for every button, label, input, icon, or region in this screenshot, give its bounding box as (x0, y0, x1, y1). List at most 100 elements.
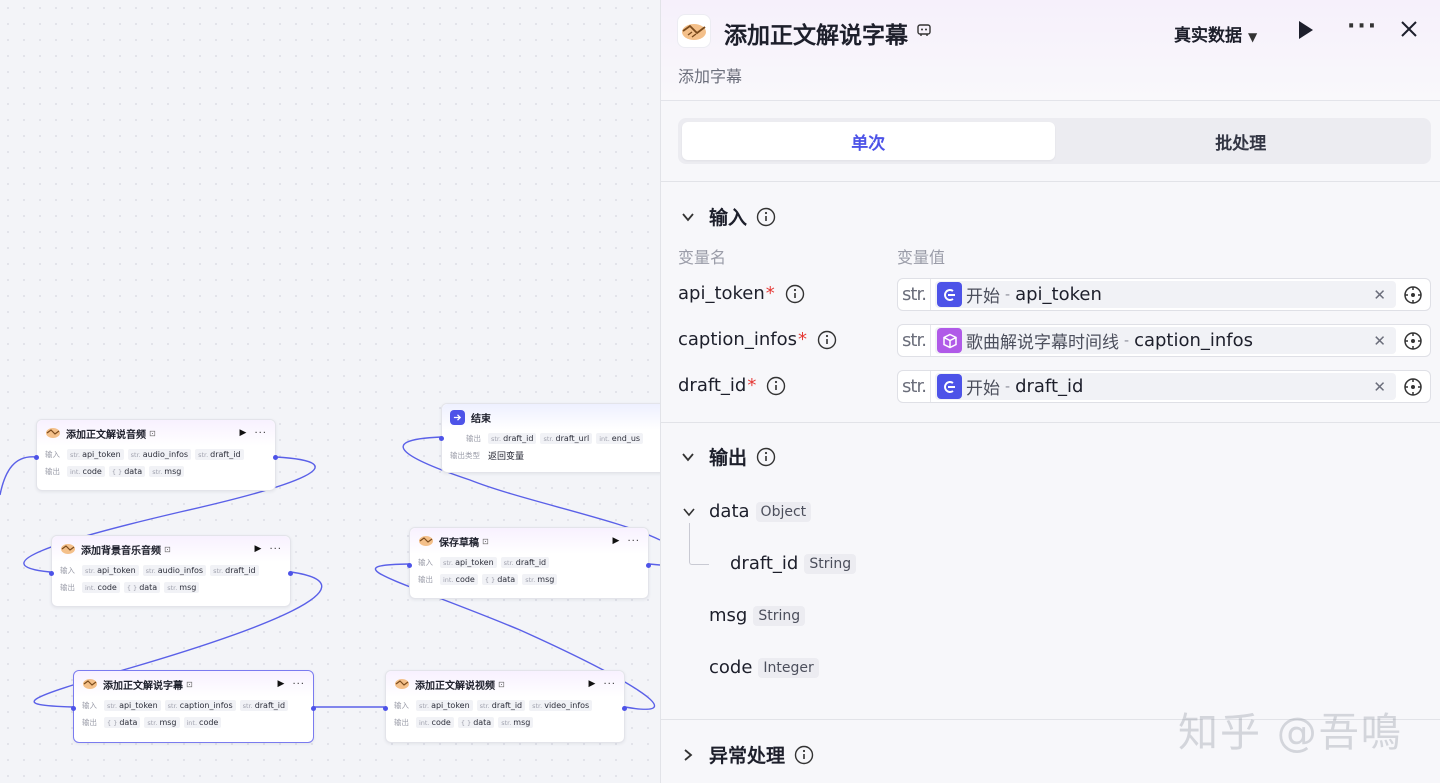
more-icon[interactable]: ··· (603, 679, 616, 690)
node-title: 添加正文解说音频 (66, 429, 146, 441)
handshake-icon (45, 425, 61, 441)
info-icon[interactable] (794, 745, 814, 765)
node-add-narration-audio[interactable]: 添加正文解说音频 ⊡ ▶ ··· 输入 str. api_token str. au… (34, 419, 278, 491)
input-port[interactable] (439, 436, 444, 441)
input-section-header[interactable]: 输入 (681, 203, 776, 230)
input-tag: str. draft_id (195, 449, 244, 460)
data-source-select[interactable]: 真实数据 ▼ (1174, 21, 1257, 46)
variable-picker-icon[interactable] (1400, 377, 1426, 397)
run-node-icon[interactable]: ▶ (613, 536, 620, 546)
input-tag: str. draft_id (500, 557, 550, 568)
output-section-header[interactable]: 输出 (681, 443, 776, 470)
more-icon[interactable]: ··· (269, 544, 282, 555)
plugin-badge-icon: ⊡ (164, 544, 171, 554)
var-value-caption-infos[interactable]: str. 歌曲解说字幕时间线 - caption_infos ✕ (897, 324, 1431, 357)
node-outputs-row: 输出 { } data str. msg int. code (74, 714, 313, 731)
var-name-caption-infos: caption_infos * (678, 329, 837, 350)
input-tag: str. caption_infos (164, 700, 236, 711)
info-icon[interactable] (766, 376, 786, 396)
edge-left-into-audio (0, 456, 37, 496)
input-section-title: 输入 (709, 207, 748, 229)
output-tag: str. draft_url (540, 433, 593, 444)
variable-picker-icon[interactable] (1400, 331, 1426, 351)
chevron-down-icon (681, 210, 695, 224)
panel-title: 添加正文解说字幕 (724, 23, 908, 49)
output-tag: int. code (82, 582, 120, 593)
output-port[interactable] (311, 706, 316, 711)
node-add-narration-caption[interactable]: 添加正文解说字幕 ⊡ ▶ ··· 输入 str. api_token str. ca… (71, 670, 316, 743)
output-tag: str. msg (164, 582, 200, 593)
run-node-icon[interactable]: ▶ (240, 428, 247, 438)
var-value-draft-id[interactable]: str. 开始 - draft_id ✕ (897, 370, 1431, 403)
node-end[interactable]: 结束 输出 str. draft_id str. draft_url int. end… (439, 403, 660, 473)
run-icon[interactable] (1297, 20, 1315, 44)
output-tag: str. draft_id (488, 433, 537, 444)
node-save-draft[interactable]: 保存草稿 ⊡ ▶ ··· 输入 str. api_token str. draft_… (407, 527, 651, 599)
info-icon[interactable] (756, 207, 776, 227)
error-handling-section-header[interactable]: 异常处理 (681, 741, 814, 768)
more-icon[interactable]: ··· (627, 536, 640, 547)
info-icon[interactable] (756, 447, 776, 467)
node-outputs-row: 输出 str. draft_id str. draft_url int. end_us (442, 430, 660, 447)
input-port[interactable] (383, 706, 388, 711)
tree-connector (689, 523, 709, 565)
input-tag: str. api_token (67, 449, 124, 460)
output-port[interactable] (622, 706, 627, 711)
source-node-name: 开始 (966, 287, 1000, 307)
required-mark: * (747, 375, 757, 396)
variable-picker-icon[interactable] (1400, 285, 1426, 305)
more-icon[interactable]: ··· (254, 428, 267, 439)
var-value-api-token[interactable]: str. 开始 - api_token ✕ (897, 278, 1431, 311)
chevron-down-icon[interactable] (682, 505, 696, 519)
clear-icon[interactable]: ✕ (1373, 332, 1386, 350)
node-inputs-row: 输入 str. api_token str. draft_id (410, 554, 648, 571)
output-tag: str. msg (522, 574, 558, 585)
divider (661, 181, 1440, 182)
input-tag: str. api_token (82, 565, 139, 576)
inputs-label: 输入 (82, 701, 97, 710)
clear-icon[interactable]: ✕ (1373, 378, 1386, 396)
node-config-panel: 添加正文解说字幕 添加字幕 真实数据 ▼ ··· 单次 批处理 输入 变量名 变量… (660, 0, 1440, 783)
info-icon[interactable] (817, 330, 837, 350)
input-port[interactable] (407, 563, 412, 568)
output-section-title: 输出 (709, 447, 748, 469)
input-port[interactable] (34, 455, 39, 460)
inputs-label: 输入 (394, 701, 409, 710)
workflow-canvas[interactable]: 添加正文解说音频 ⊡ ▶ ··· 输入 str. api_token str. au… (0, 0, 660, 783)
handshake-icon (418, 533, 434, 549)
output-tag: { } data (104, 717, 141, 728)
more-icon[interactable]: ··· (292, 679, 305, 690)
node-inputs-row: 输入 str. api_token str. caption_infos str. d… (74, 697, 313, 714)
input-port[interactable] (71, 706, 76, 711)
node-add-bgm-audio[interactable]: 添加背景音乐音频 ⊡ ▶ ··· 输入 str. api_token str. au… (49, 535, 293, 607)
input-tag: str. audio_infos (142, 565, 207, 576)
tab-single[interactable]: 单次 (682, 122, 1055, 160)
run-node-icon[interactable]: ▶ (589, 679, 596, 689)
variable-reference-chip[interactable]: 开始 - draft_id ✕ (935, 373, 1396, 400)
variable-reference-chip[interactable]: 开始 - api_token ✕ (935, 281, 1396, 308)
output-tag: { } data (123, 582, 161, 593)
input-port[interactable] (49, 571, 54, 576)
tab-batch[interactable]: 批处理 (1055, 122, 1428, 160)
input-tag: str. draft_id (476, 700, 526, 711)
node-inputs-row: 输入 str. api_token str. audio_infos str. dra… (37, 446, 275, 463)
info-icon[interactable] (785, 284, 805, 304)
output-port[interactable] (646, 563, 651, 568)
node-add-narration-video[interactable]: 添加正文解说视频 ⊡ ▶ ··· 输入 str. api_token str. dr… (383, 670, 627, 743)
output-tag: int. code (416, 717, 454, 728)
clear-icon[interactable]: ✕ (1373, 286, 1386, 304)
output-port[interactable] (288, 571, 293, 576)
run-node-icon[interactable]: ▶ (278, 679, 285, 689)
variable-reference-chip[interactable]: 歌曲解说字幕时间线 - caption_infos ✕ (935, 327, 1396, 354)
var-name-label: api_token (678, 283, 765, 304)
more-icon[interactable]: ··· (1347, 14, 1378, 39)
source-var-name: draft_id (1015, 376, 1084, 397)
plugin-badge-icon: ⊡ (498, 679, 505, 689)
outputs-label: 输出 (45, 467, 60, 476)
var-name-draft-id: draft_id * (678, 375, 786, 396)
source-var-name: api_token (1015, 284, 1102, 305)
output-type-badge: String (753, 605, 806, 626)
run-node-icon[interactable]: ▶ (255, 544, 262, 554)
output-port[interactable] (273, 455, 278, 460)
close-icon[interactable] (1399, 19, 1419, 43)
